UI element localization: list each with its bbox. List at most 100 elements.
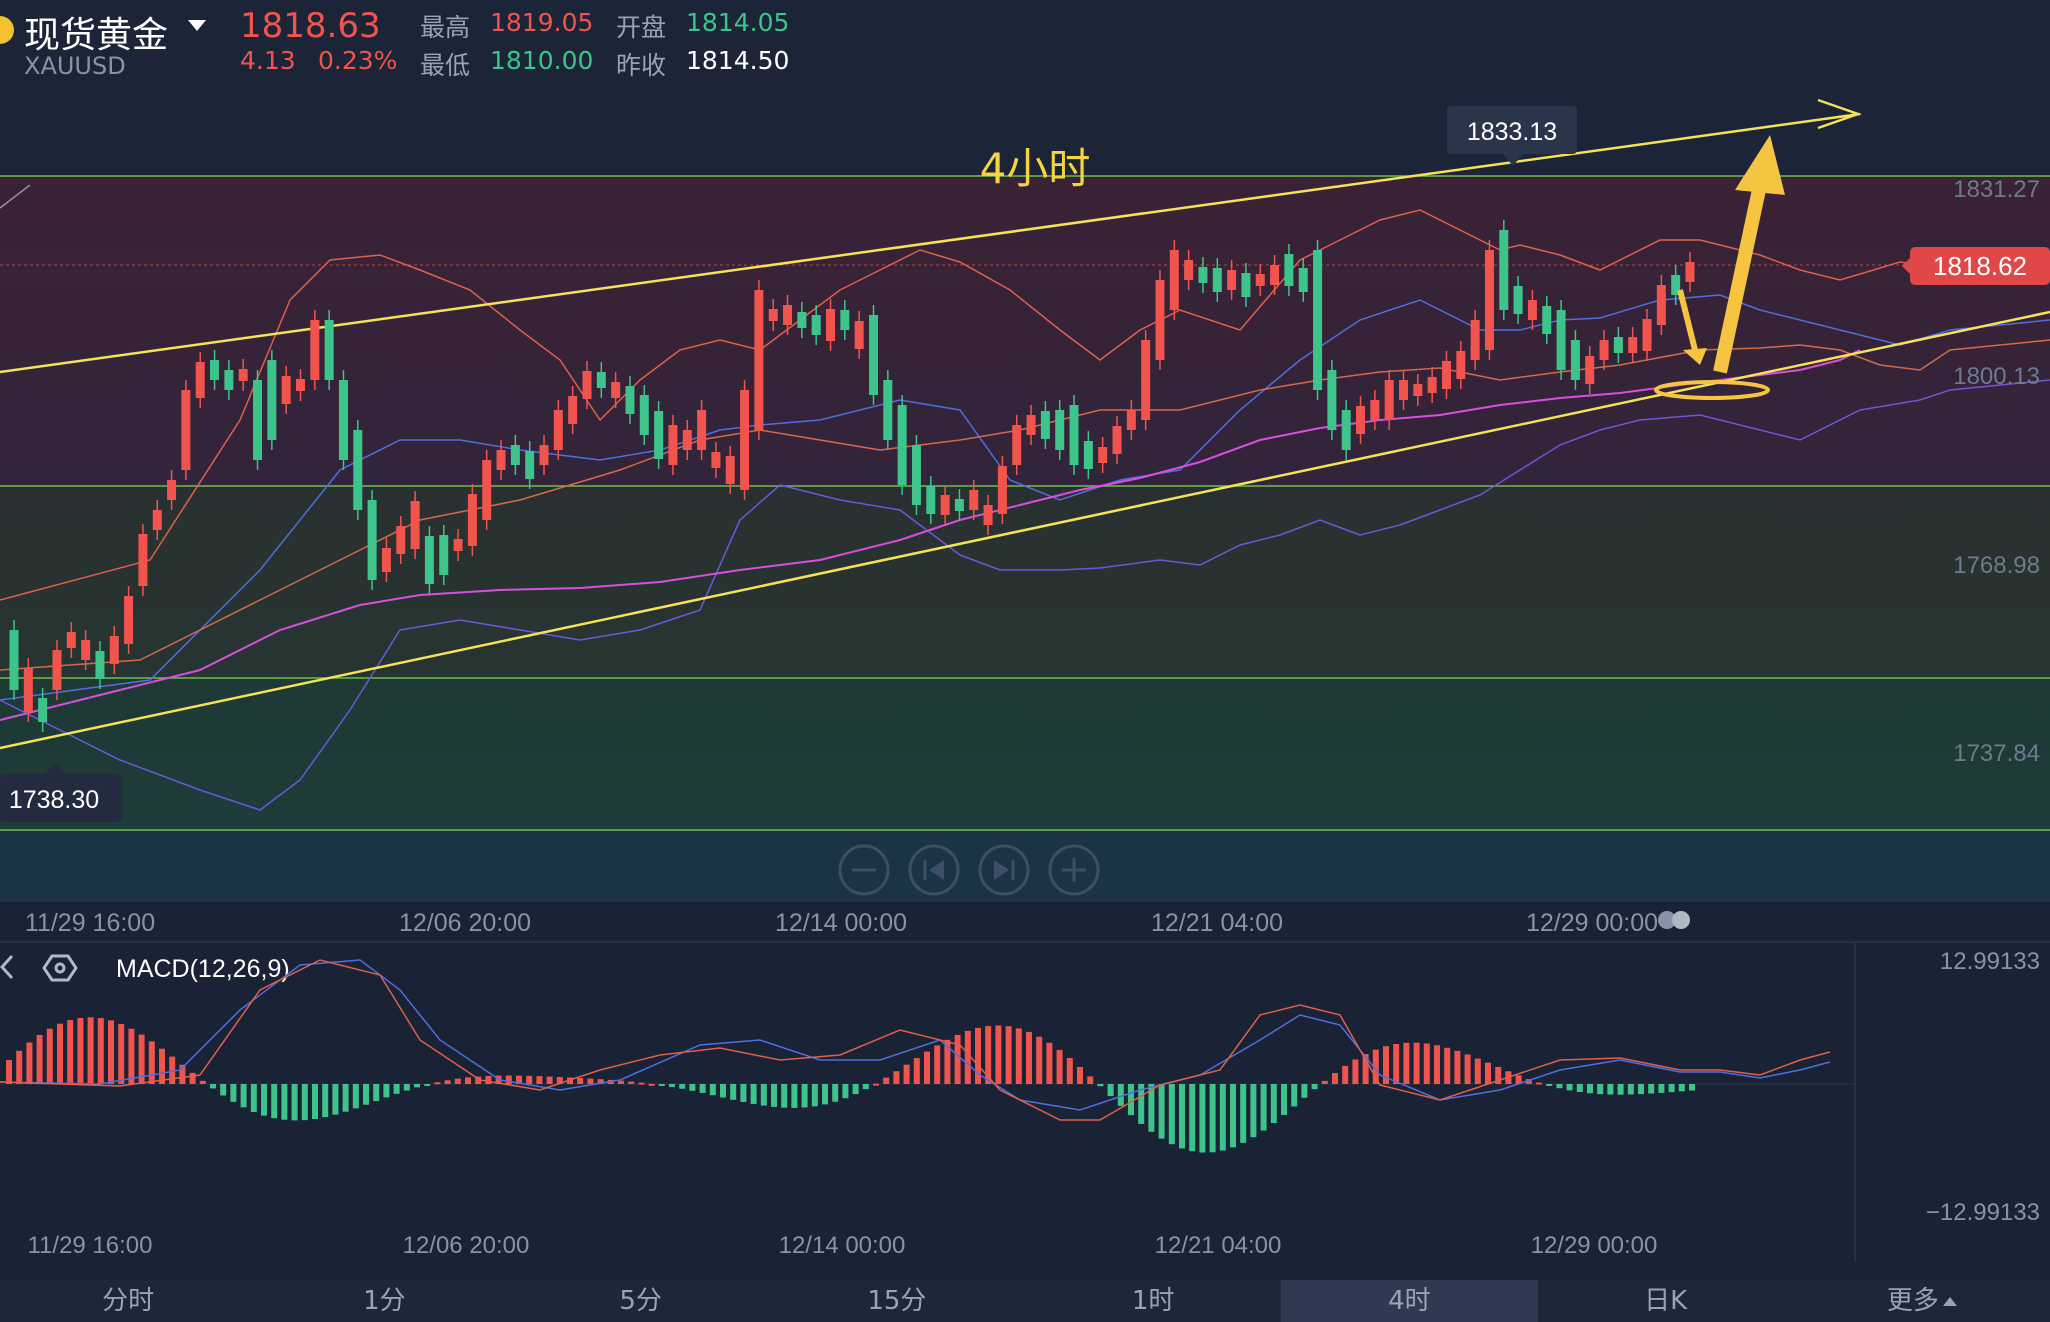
- candle-body: [1556, 310, 1566, 370]
- settings-icon[interactable]: [42, 954, 78, 982]
- macd-bar: [1087, 1076, 1094, 1084]
- macd-bar: [240, 1084, 247, 1108]
- macd-bar: [811, 1084, 818, 1107]
- macd-bar: [862, 1084, 869, 1090]
- candle-body: [181, 390, 191, 470]
- macd-bar: [342, 1084, 349, 1112]
- macd-bar: [454, 1078, 461, 1084]
- macd-bar: [322, 1084, 329, 1118]
- price-axis-label: 1737.84: [1953, 740, 2040, 767]
- macd-bar: [159, 1048, 165, 1084]
- candle-body: [596, 372, 606, 388]
- macd-bar: [281, 1084, 288, 1120]
- candle-body: [926, 486, 936, 514]
- macd-bar: [108, 1020, 114, 1084]
- candle-body: [1284, 254, 1294, 286]
- candle-body: [1484, 250, 1494, 350]
- macd-bar: [67, 1020, 74, 1084]
- macd-bar: [1546, 1084, 1553, 1086]
- tab-timeshare[interactable]: 分时: [0, 1280, 256, 1322]
- tab-daily[interactable]: 日K: [1538, 1280, 1794, 1322]
- candle-body: [1227, 270, 1237, 290]
- macd-bar: [189, 1072, 196, 1084]
- candle-body: [997, 466, 1007, 514]
- macd-bar: [709, 1084, 716, 1096]
- gold-coin-icon: [0, 16, 14, 44]
- candle-body: [295, 379, 305, 391]
- macd-bar: [1005, 1026, 1012, 1084]
- candle-body: [1155, 280, 1165, 360]
- candle-body: [81, 640, 91, 660]
- macd-bar: [1015, 1028, 1022, 1084]
- candle-body: [1413, 384, 1423, 396]
- candle-body: [310, 320, 320, 380]
- candle-body: [1341, 410, 1351, 450]
- candle-body: [23, 668, 33, 712]
- candle-body: [1313, 250, 1323, 390]
- candle-body: [396, 526, 406, 554]
- macd-bar: [1026, 1031, 1032, 1084]
- candle-body: [1441, 361, 1451, 389]
- macd-bar: [57, 1023, 63, 1084]
- tab-1hour[interactable]: 1时: [1025, 1280, 1281, 1322]
- macd-bar: [1403, 1042, 1410, 1084]
- macd-bar: [934, 1045, 941, 1084]
- candle-body: [811, 315, 821, 335]
- tab-4hour[interactable]: 4时: [1281, 1280, 1538, 1322]
- candle-body: [1585, 356, 1595, 384]
- candle-body: [1040, 411, 1050, 439]
- macd-bar: [730, 1084, 737, 1100]
- macd-bar: [1168, 1084, 1175, 1145]
- macd-bar: [1342, 1065, 1349, 1084]
- macd-bar: [1270, 1084, 1277, 1124]
- candle-body: [1026, 415, 1036, 435]
- tab-more[interactable]: 更多: [1794, 1280, 2050, 1322]
- macd-bar: [781, 1084, 788, 1108]
- candle-body: [1384, 380, 1394, 420]
- candle-body: [1356, 406, 1366, 434]
- tab-5min[interactable]: 5分: [513, 1280, 769, 1322]
- prev-close-value: 1814.50: [686, 46, 790, 75]
- candle-body: [1270, 265, 1280, 285]
- instrument-name[interactable]: 现货黄金: [24, 6, 168, 58]
- macd-bar: [1556, 1084, 1563, 1089]
- candle-body: [467, 494, 477, 546]
- chevron-left-icon[interactable]: [0, 954, 14, 980]
- macd-bar: [1658, 1084, 1665, 1093]
- candle-body: [740, 390, 750, 490]
- caret-down-icon[interactable]: [188, 20, 206, 31]
- tab-1min[interactable]: 1分: [256, 1280, 512, 1322]
- macd-bar: [1230, 1084, 1236, 1148]
- time-axis-label: 11/29 16:00: [25, 909, 155, 937]
- chart-controls-band: [0, 830, 2050, 902]
- macd-bar: [128, 1028, 135, 1084]
- candle-body: [152, 510, 162, 530]
- macd-bar: [852, 1084, 859, 1095]
- chart-canvas[interactable]: 1831.27 1800.13 1768.98 1737.84 1818.62 …: [0, 0, 2050, 1322]
- candle-body: [1241, 273, 1251, 297]
- macd-bar: [77, 1017, 84, 1084]
- candle-body: [611, 382, 621, 398]
- candle-body: [1570, 340, 1580, 380]
- macd-bar: [1689, 1084, 1695, 1091]
- macd-bar: [1219, 1084, 1226, 1151]
- macd-bar: [924, 1051, 930, 1084]
- macd-bar: [1291, 1084, 1298, 1107]
- tab-15min[interactable]: 15分: [769, 1280, 1025, 1322]
- time-axis-band: [0, 902, 2050, 942]
- price-axis-label: 1768.98: [1953, 552, 2040, 579]
- candle-body: [1255, 274, 1265, 286]
- macd-bar: [1046, 1042, 1053, 1084]
- macd-bar: [1209, 1084, 1216, 1153]
- macd-bar: [577, 1078, 584, 1084]
- macd-bar: [1281, 1084, 1287, 1115]
- macd-bar: [1617, 1084, 1624, 1095]
- macd-bar: [1311, 1084, 1318, 1090]
- candle-body: [1184, 260, 1194, 280]
- macd-bar: [873, 1083, 879, 1086]
- candle-body: [525, 451, 535, 479]
- candle-body: [1542, 306, 1552, 334]
- candle-body: [66, 632, 76, 648]
- candle-body: [267, 360, 277, 440]
- candle-body: [124, 596, 134, 644]
